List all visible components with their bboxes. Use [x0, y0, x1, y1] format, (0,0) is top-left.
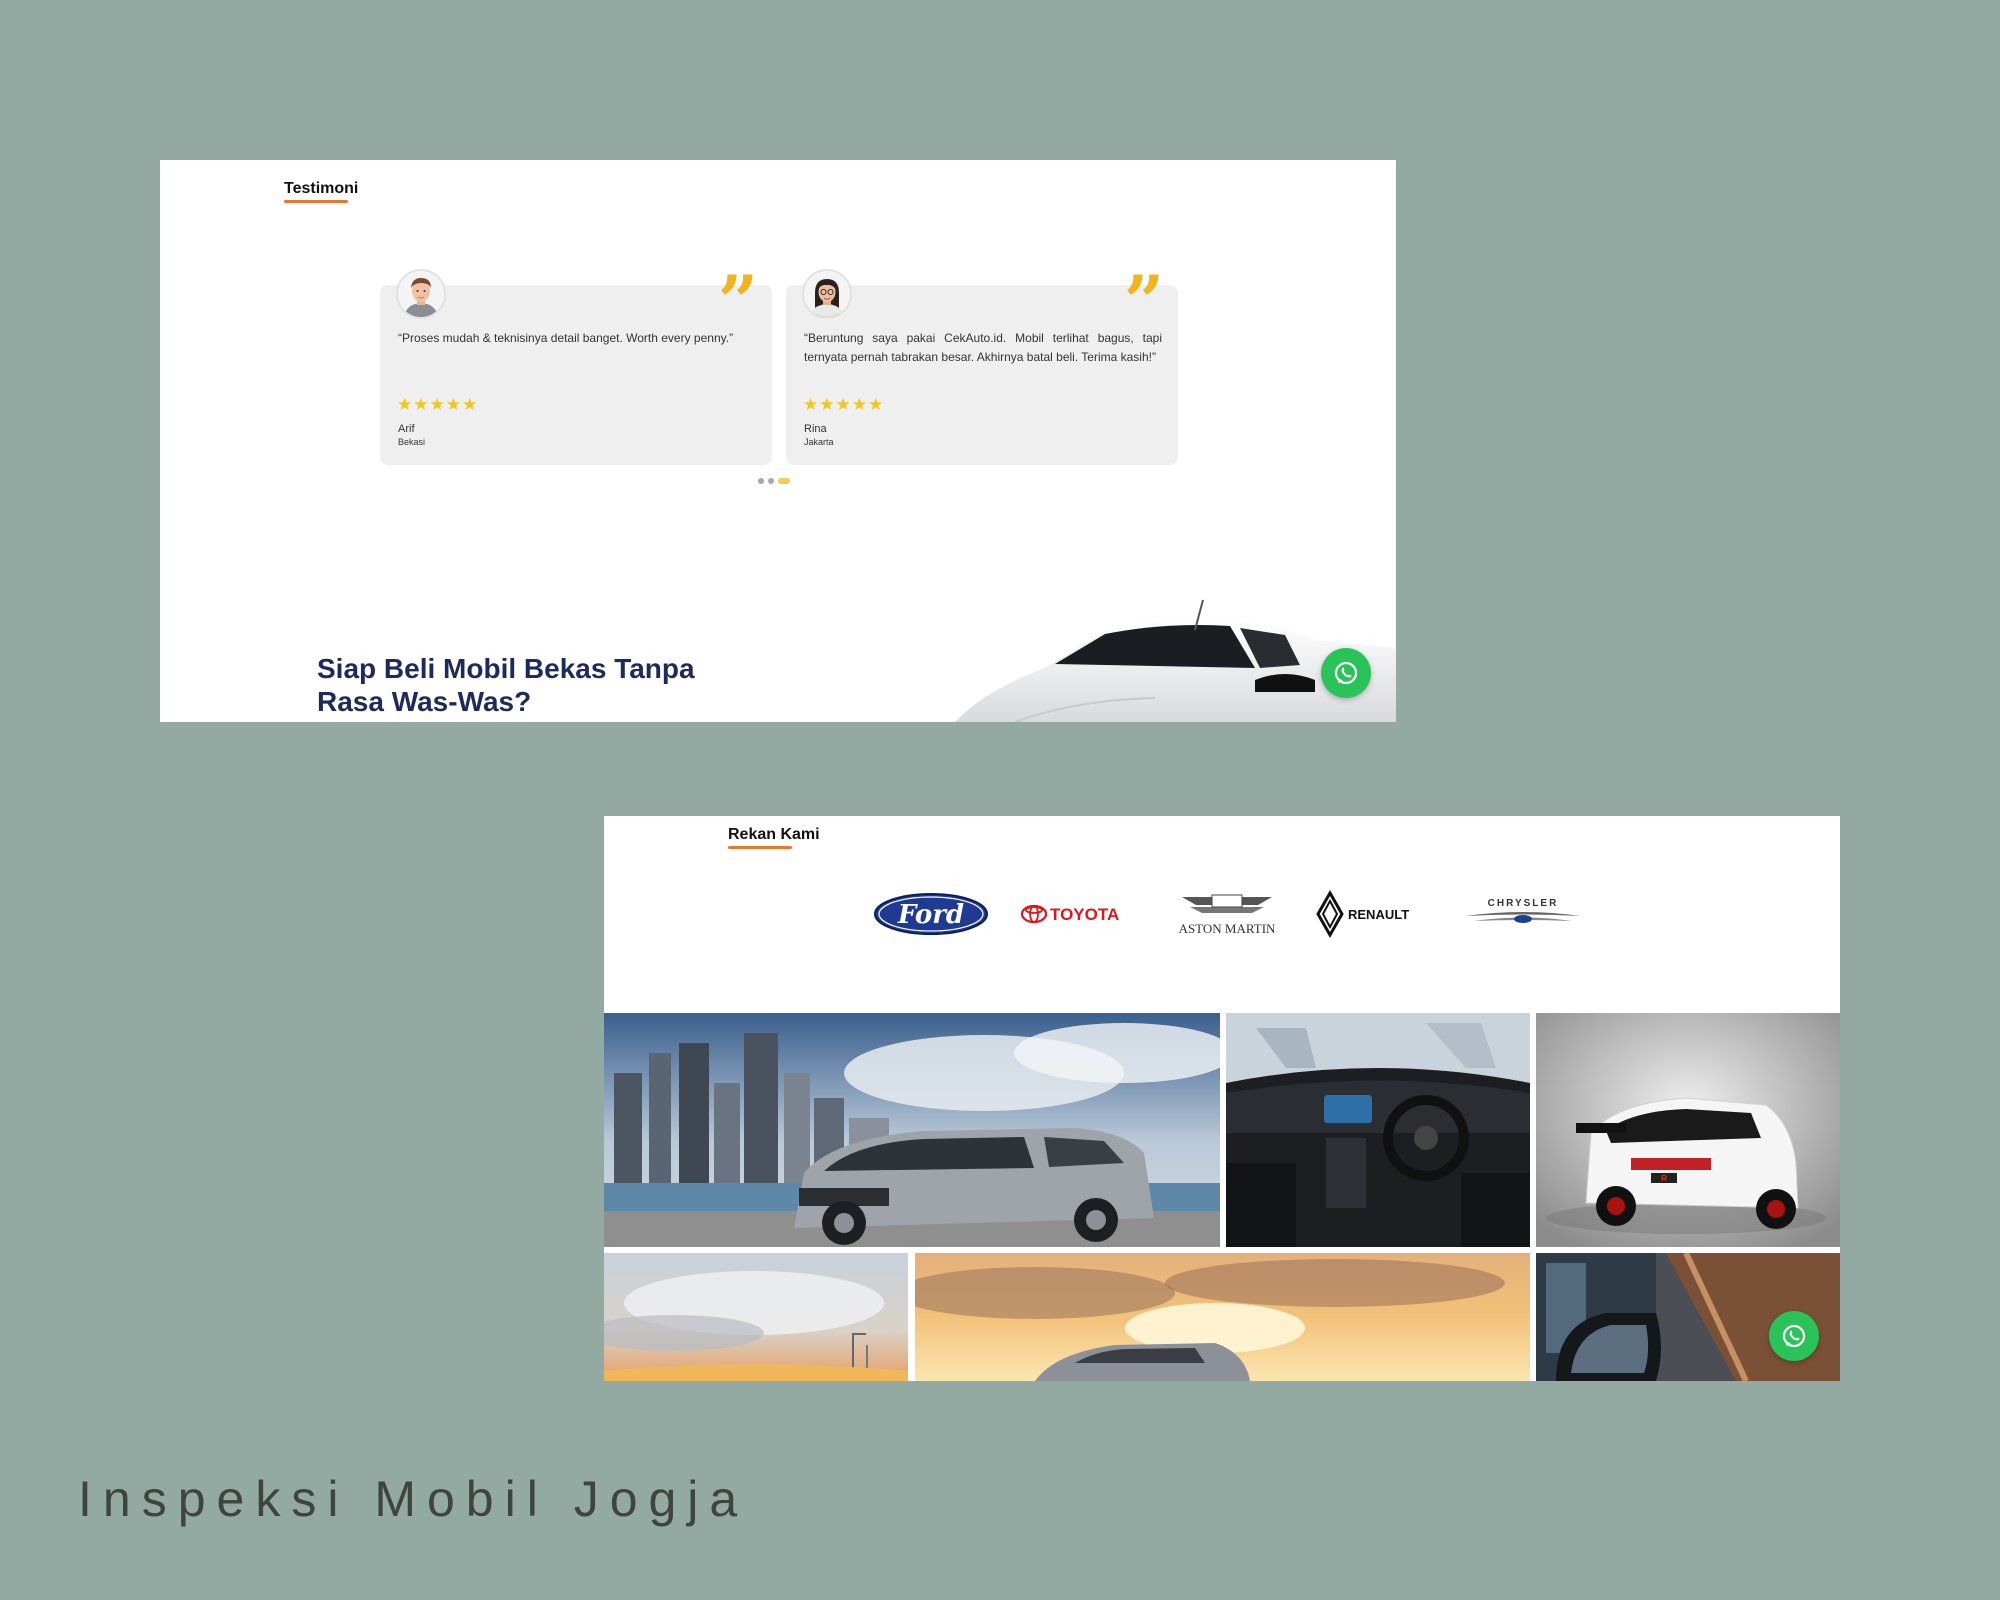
svg-text:Ford: Ford: [897, 900, 964, 930]
cta-heading: Siap Beli Mobil Bekas Tanpa Rasa Was-Was…: [317, 653, 695, 717]
whatsapp-icon: [1334, 661, 1358, 685]
carousel-dots: [758, 478, 790, 484]
rekan-kami-screenshot: Rekan Kami Ford TOYOTA ASTON MARTIN RENA…: [604, 816, 1840, 1381]
chrysler-logo[interactable]: CHRYSLER: [1464, 886, 1582, 942]
testimoni-screenshot: Testimoni ” “Proses mudah & teknisinya d…: [160, 160, 1396, 722]
carousel-dot-active[interactable]: [778, 478, 790, 484]
avatar: [802, 269, 852, 319]
whatsapp-button[interactable]: [1321, 648, 1371, 698]
car-interior-dashboard-photo: [1226, 1013, 1530, 1247]
testimonial-quote: “Proses mudah & teknisinya detail banget…: [398, 331, 734, 345]
svg-text:ASTON MARTIN: ASTON MARTIN: [1179, 921, 1276, 936]
star-rating: ★★★★★: [803, 395, 885, 414]
svg-text:RENAULT: RENAULT: [1348, 907, 1409, 922]
toyota-logo[interactable]: TOYOTA: [1020, 886, 1138, 942]
renault-logo[interactable]: RENAULT: [1316, 886, 1434, 942]
carousel-dot[interactable]: [768, 478, 774, 484]
silver-mpv-city-photo: [604, 1013, 1220, 1247]
testimoni-title: Testimoni: [284, 180, 359, 197]
white-hatchback-rear-photo: R: [1536, 1013, 1840, 1247]
whatsapp-icon: [1782, 1324, 1806, 1348]
aston-martin-logo[interactable]: ASTON MARTIN: [1168, 886, 1286, 942]
brand-logo-row: Ford TOYOTA ASTON MARTIN RENAULT CHRYSLE…: [872, 886, 1582, 942]
carousel-dot[interactable]: [758, 478, 764, 484]
white-car-hero-image: [955, 599, 1396, 722]
woman-avatar-icon: [804, 271, 850, 317]
reviewer-name: Rina: [804, 423, 827, 435]
quote-icon: ”: [717, 260, 758, 343]
testimonial-quote: “Beruntung saya pakai CekAuto.id. Mobil …: [804, 331, 1162, 364]
svg-text:TOYOTA: TOYOTA: [1050, 905, 1119, 924]
quote-icon: ”: [1123, 260, 1164, 343]
man-avatar-icon: [398, 271, 444, 317]
rekan-title: Rekan Kami: [728, 826, 820, 843]
project-title: Inspeksi Mobil Jogja: [78, 1471, 749, 1527]
testimoni-title-underline: [284, 200, 348, 203]
sunset-road-photo: [604, 1253, 908, 1381]
reviewer-name: Arif: [398, 423, 415, 435]
ford-logo[interactable]: Ford: [872, 886, 990, 942]
whatsapp-button[interactable]: [1769, 1311, 1819, 1361]
avatar: [396, 269, 446, 319]
suv-sunset-photo: [915, 1253, 1530, 1381]
svg-text:R: R: [1661, 1174, 1667, 1183]
testimonial-card: ” “Beruntung saya pakai CekAuto.id. Mobi…: [786, 267, 1178, 465]
rekan-title-underline: [728, 846, 792, 849]
svg-text:CHRYSLER: CHRYSLER: [1488, 898, 1559, 909]
star-rating: ★★★★★: [397, 395, 479, 414]
reviewer-city: Jakarta: [804, 437, 834, 447]
reviewer-city: Bekasi: [398, 437, 426, 447]
testimonial-card: ” “Proses mudah & teknisinya detail bang…: [380, 267, 772, 465]
